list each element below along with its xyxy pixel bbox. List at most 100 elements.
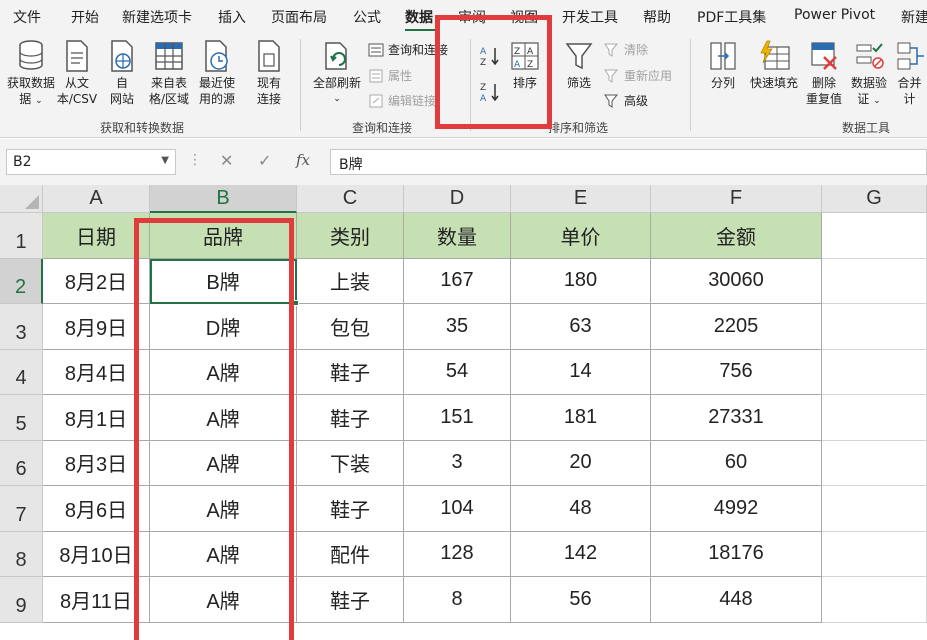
data-cell[interactable]: 63 xyxy=(511,304,651,350)
column-header-d[interactable]: D xyxy=(404,185,511,213)
formula-input[interactable]: B牌 xyxy=(330,149,927,175)
data-cell[interactable]: 鞋子 xyxy=(297,577,404,623)
empty-cell[interactable] xyxy=(822,577,927,623)
empty-cell[interactable] xyxy=(822,531,927,577)
data-cell[interactable]: 151 xyxy=(404,395,511,441)
name-box[interactable]: B2 ▼ xyxy=(6,149,176,175)
data-cell[interactable]: 鞋子 xyxy=(297,395,404,441)
column-header-e[interactable]: E xyxy=(511,185,651,213)
row-header-6[interactable]: 6 xyxy=(0,440,43,486)
column-header-a[interactable]: A xyxy=(43,185,150,213)
data-cell[interactable]: 180 xyxy=(511,258,651,304)
text-to-columns-button[interactable]: 分列 xyxy=(702,39,744,91)
filter-button[interactable]: 筛选 xyxy=(560,39,598,91)
menu-data[interactable]: 数据 xyxy=(405,7,433,27)
empty-cell[interactable] xyxy=(822,258,927,304)
data-cell[interactable]: 18176 xyxy=(651,531,822,577)
data-cell[interactable]: A牌 xyxy=(150,395,297,441)
row-header-8[interactable]: 8 xyxy=(0,531,43,577)
row-header-3[interactable]: 3 xyxy=(0,304,43,350)
column-header-c[interactable]: C xyxy=(297,185,404,213)
remove-duplicates-button[interactable]: 删除 重复值 xyxy=(802,39,846,107)
data-cell[interactable]: A牌 xyxy=(150,486,297,532)
header-cell[interactable]: 单价 xyxy=(511,213,651,259)
row-header-7[interactable]: 7 xyxy=(0,486,43,532)
row-header-1[interactable]: 1 xyxy=(0,213,43,259)
insert-function-icon[interactable]: fx xyxy=(296,151,310,169)
data-cell[interactable]: 3 xyxy=(404,440,511,486)
data-cell[interactable]: 48 xyxy=(511,486,651,532)
menu-page-layout[interactable]: 页面布局 xyxy=(271,7,327,27)
data-cell[interactable]: A牌 xyxy=(150,531,297,577)
menu-view[interactable]: 视图 xyxy=(510,7,538,27)
data-cell[interactable]: 167 xyxy=(404,258,511,304)
data-cell[interactable]: 下装 xyxy=(297,440,404,486)
header-cell[interactable]: 类别 xyxy=(297,213,404,259)
advanced-filter-button[interactable]: 高级 xyxy=(604,92,648,109)
menu-new-tab[interactable]: 新建选项卡 xyxy=(122,7,192,27)
empty-cell[interactable] xyxy=(822,395,927,441)
data-cell[interactable]: 2205 xyxy=(651,304,822,350)
header-cell[interactable]: 品牌 xyxy=(150,213,297,259)
column-header-b[interactable]: B xyxy=(150,185,297,213)
data-cell[interactable]: 8月6日 xyxy=(43,486,150,532)
data-cell[interactable]: 8月11日 xyxy=(43,577,150,623)
data-cell[interactable]: 鞋子 xyxy=(297,349,404,395)
data-cell[interactable]: 128 xyxy=(404,531,511,577)
from-text-csv-button[interactable]: 从文 本/CSV xyxy=(54,39,100,107)
refresh-all-button[interactable]: 全部刷新 ⌄ xyxy=(308,39,366,107)
data-cell[interactable]: 包包 xyxy=(297,304,404,350)
data-cell[interactable]: 60 xyxy=(651,440,822,486)
menu-pdf-tools[interactable]: PDF工具集 xyxy=(697,7,766,27)
menu-power-pivot[interactable]: Power Pivot xyxy=(794,7,875,23)
data-cell[interactable]: 14 xyxy=(511,349,651,395)
data-cell[interactable]: 35 xyxy=(404,304,511,350)
data-cell[interactable]: 756 xyxy=(651,349,822,395)
recent-sources-button[interactable]: 最近使 用的源 xyxy=(192,39,242,107)
data-cell[interactable]: A牌 xyxy=(150,440,297,486)
sort-ascending-button[interactable]: A Z xyxy=(480,45,502,67)
column-header-g[interactable]: G xyxy=(822,185,927,213)
empty-cell[interactable] xyxy=(822,213,927,259)
sort-button[interactable]: Z A A Z 排序 xyxy=(506,39,544,91)
data-validation-button[interactable]: 数据验 证 ⌄ xyxy=(846,39,892,109)
data-cell[interactable]: 30060 xyxy=(651,258,822,304)
enter-check-icon[interactable]: ✓ xyxy=(258,151,271,170)
row-header-9[interactable]: 9 xyxy=(0,577,43,623)
data-cell[interactable]: A牌 xyxy=(150,577,297,623)
formula-bar-grip-icon[interactable]: ⋮ xyxy=(188,152,202,168)
chevron-down-icon[interactable]: ▼ xyxy=(161,155,169,166)
existing-connections-button[interactable]: 现有 连接 xyxy=(248,39,290,107)
empty-cell[interactable] xyxy=(822,304,927,350)
header-cell[interactable]: 金额 xyxy=(651,213,822,259)
header-cell[interactable]: 数量 xyxy=(404,213,511,259)
menu-developer[interactable]: 开发工具 xyxy=(562,7,618,27)
menu-help[interactable]: 帮助 xyxy=(643,7,671,27)
row-header-4[interactable]: 4 xyxy=(0,349,43,395)
row-header-5[interactable]: 5 xyxy=(0,395,43,441)
cancel-icon[interactable]: ✕ xyxy=(220,151,233,170)
empty-cell[interactable] xyxy=(822,486,927,532)
data-cell[interactable]: 8月1日 xyxy=(43,395,150,441)
data-cell[interactable]: 配件 xyxy=(297,531,404,577)
clear-filter-button[interactable]: 清除 xyxy=(604,41,648,58)
empty-cell[interactable] xyxy=(822,349,927,395)
column-header-f[interactable]: F xyxy=(651,185,822,213)
queries-connections-button[interactable]: 查询和连接 xyxy=(368,41,448,58)
select-all-corner[interactable] xyxy=(0,185,43,213)
data-cell[interactable]: 8月2日 xyxy=(43,258,150,304)
from-web-button[interactable]: 自 网站 xyxy=(102,39,142,107)
menu-formulas[interactable]: 公式 xyxy=(353,7,381,27)
data-cell[interactable]: 54 xyxy=(404,349,511,395)
menu-file[interactable]: 文件 xyxy=(13,7,41,27)
edit-links-button[interactable]: 编辑链接 xyxy=(368,92,436,109)
menu-review[interactable]: 审阅 xyxy=(458,7,486,27)
data-cell[interactable]: A牌 xyxy=(150,349,297,395)
header-cell[interactable]: 日期 xyxy=(43,213,150,259)
fill-handle[interactable] xyxy=(293,300,299,306)
data-cell[interactable]: B牌 xyxy=(150,258,297,304)
data-cell[interactable]: 27331 xyxy=(651,395,822,441)
reapply-button[interactable]: 重新应用 xyxy=(604,67,672,84)
data-cell[interactable]: 8月10日 xyxy=(43,531,150,577)
data-cell[interactable]: 8月9日 xyxy=(43,304,150,350)
